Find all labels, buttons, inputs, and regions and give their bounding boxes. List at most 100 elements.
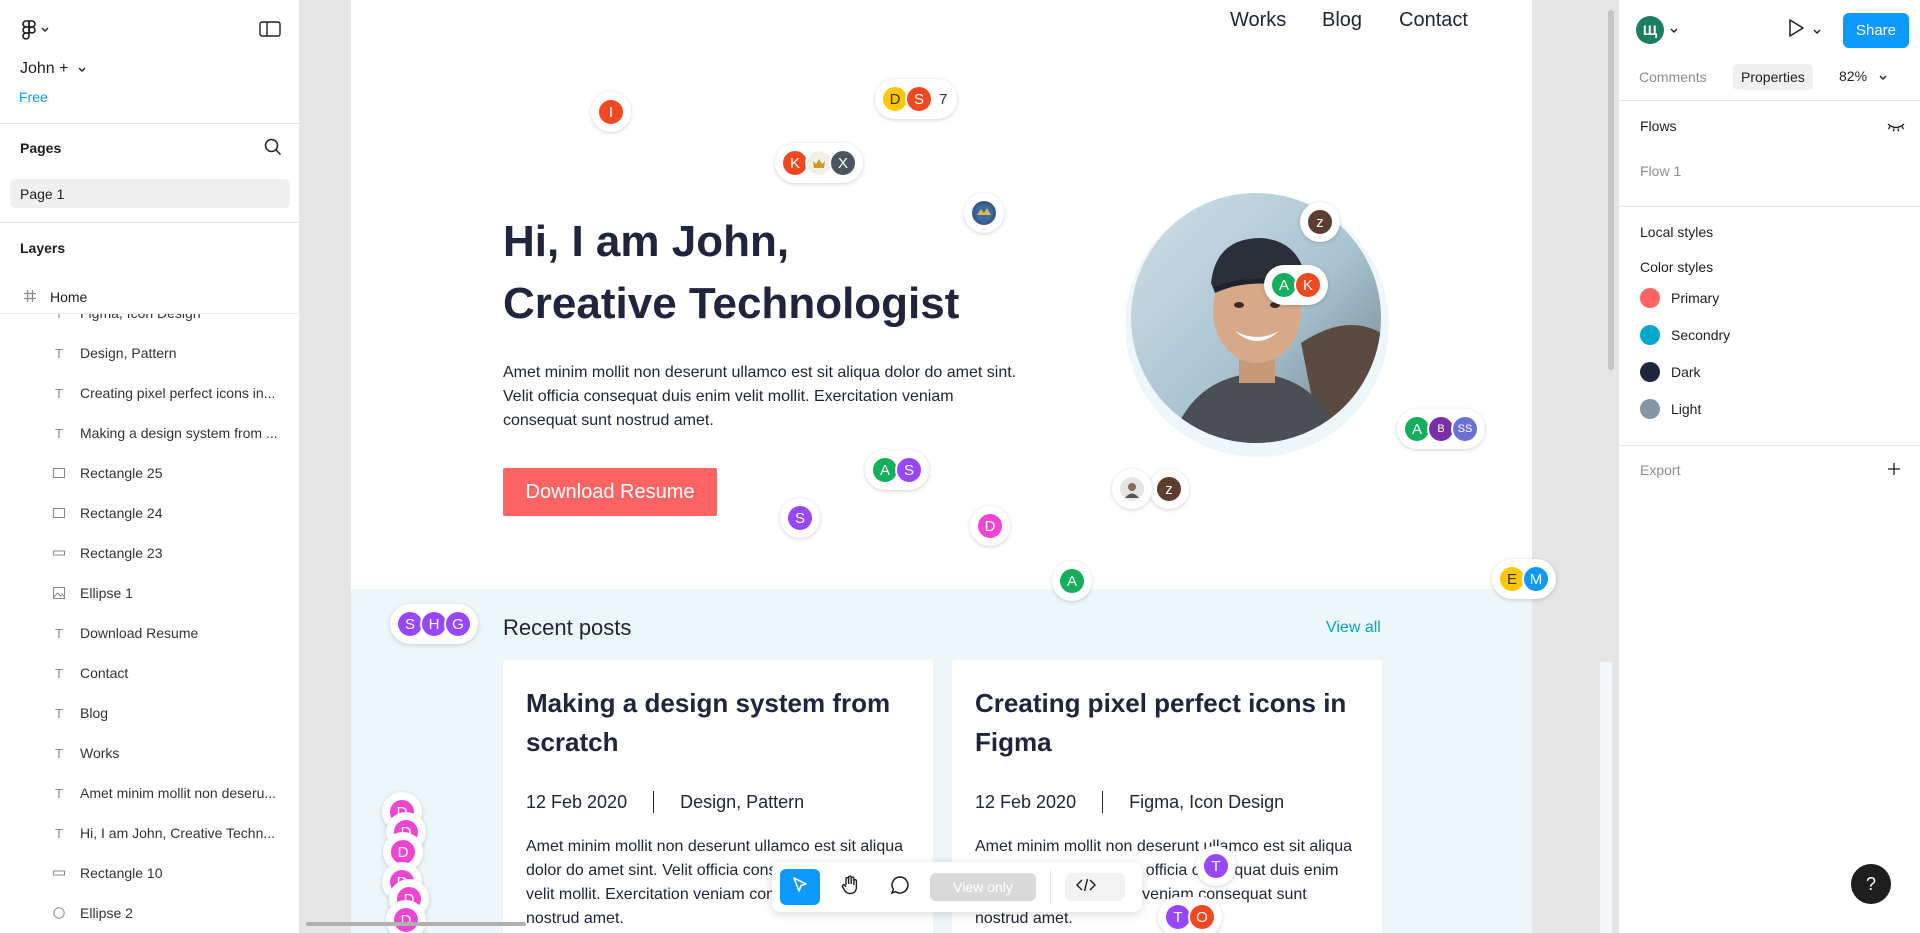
color-style-item[interactable]: Secondry [1640, 325, 1730, 345]
divider [1619, 445, 1920, 446]
collaborator-bubble[interactable]: S [780, 498, 820, 538]
collaborator-bubble[interactable] [1112, 469, 1152, 509]
collaborator-bubble[interactable]: A S [865, 450, 929, 490]
layer-item[interactable]: T Blog [0, 693, 299, 733]
collaborator-bubble[interactable]: A K [1264, 265, 1328, 305]
file-name-label: John + [20, 60, 69, 77]
dev-mode-toggle[interactable] [1065, 873, 1125, 901]
page-item[interactable]: Page 1 [10, 179, 290, 208]
collaborator-bubble[interactable]: T O [1158, 897, 1222, 933]
horizontal-scrollbar[interactable] [306, 922, 526, 926]
frame-icon [24, 289, 36, 305]
present-button[interactable] [1787, 18, 1821, 43]
post-meta: 12 Feb 2020 Figma, Icon Design [975, 791, 1284, 813]
layer-item[interactable]: Ellipse 2 [0, 893, 299, 933]
collaborator-avatar: z [1155, 475, 1183, 503]
help-button[interactable]: ? [1851, 864, 1891, 904]
layer-item[interactable]: T Contact [0, 653, 299, 693]
right-panel: Щ Share Comments Properties 82% Flows Fl… [1618, 0, 1920, 933]
text-icon: T [55, 825, 63, 841]
collaborator-avatar: X [829, 149, 857, 177]
layer-item[interactable]: T Works [0, 733, 299, 773]
bottom-toolbar: View only [772, 862, 1142, 912]
collaborator-bubble[interactable]: A [1052, 561, 1092, 601]
canvas-strip [1600, 662, 1612, 933]
layer-label: Rectangle 25 [80, 465, 163, 481]
download-resume-button: Download Resume [503, 468, 717, 516]
color-style-item[interactable]: Primary [1640, 288, 1719, 308]
tab-comments[interactable]: Comments [1631, 64, 1715, 90]
tab-properties[interactable]: Properties [1733, 64, 1813, 90]
hero-text: Amet minim mollit non deserunt ullamco e… [503, 364, 1017, 429]
flow-item[interactable]: Flow 1 [1640, 163, 1681, 179]
color-style-item[interactable]: Dark [1640, 362, 1701, 382]
main-menu-button[interactable] [22, 20, 49, 40]
layer-item[interactable]: T Creating pixel perfect icons in... [0, 373, 299, 413]
photo-avatar-icon [970, 199, 998, 227]
collaborator-bubble[interactable]: z [1300, 202, 1340, 242]
layer-item[interactable]: Ellipse 1 [0, 573, 299, 613]
export-header: Export [1640, 462, 1681, 478]
move-tool-button[interactable] [780, 869, 820, 905]
collaborator-bubble[interactable]: T [1196, 846, 1236, 886]
layer-item[interactable]: T Download Resume [0, 613, 299, 653]
nav-blog: Blog [1322, 9, 1363, 31]
collaborator-bubble[interactable]: K X [775, 143, 863, 183]
plan-badge[interactable]: Free [19, 89, 48, 105]
home-frame: Works Blog Contact Hi, I am John, Creati… [351, 0, 1532, 933]
figma-logo-icon [22, 20, 36, 40]
canvas[interactable]: Works Blog Contact Hi, I am John, Creati… [300, 0, 1618, 933]
profile-photo [1131, 193, 1381, 443]
eye-closed-icon[interactable] [1887, 119, 1905, 138]
layer-item[interactable]: Rectangle 23 [0, 533, 299, 573]
text-icon: T [55, 785, 63, 801]
share-button[interactable]: Share [1843, 13, 1909, 48]
collaborator-bubble[interactable]: E M [1492, 559, 1556, 599]
chevron-down-icon [1670, 21, 1678, 39]
collaborator-bubble[interactable]: D [970, 506, 1010, 546]
play-icon [1787, 18, 1805, 43]
hero-title-line2: Creative Technologist [503, 279, 960, 328]
layer-home-frame[interactable]: Home [0, 280, 299, 314]
chevron-down-icon [41, 27, 49, 33]
comment-icon [889, 874, 911, 901]
search-icon[interactable] [264, 138, 282, 161]
sidebar-toggle-icon[interactable] [259, 20, 281, 43]
layer-item[interactable]: Rectangle 24 [0, 493, 299, 533]
layer-label: Ellipse 1 [80, 585, 133, 601]
post-title: Creating pixel perfect icons in Figma [975, 688, 1347, 757]
collaborator-bubble[interactable]: z [1149, 469, 1189, 509]
collaborator-avatar: I [597, 98, 625, 126]
comment-tool-button[interactable] [880, 869, 920, 905]
color-swatch [1640, 362, 1660, 382]
layer-item[interactable]: T Design, Pattern [0, 333, 299, 373]
collaborator-bubble[interactable]: S H G [390, 604, 478, 644]
user-menu[interactable]: Щ [1636, 16, 1678, 44]
layer-item[interactable]: Rectangle 25 [0, 453, 299, 493]
user-avatar: Щ [1636, 16, 1664, 44]
color-style-name: Primary [1671, 290, 1720, 306]
post-title: Making a design system from scratch [526, 688, 891, 757]
layer-label: Design, Pattern [80, 345, 177, 361]
layer-item[interactable]: T Hi, I am John, Creative Techn... [0, 813, 299, 853]
color-style-item[interactable]: Light [1640, 399, 1701, 419]
collaborator-bubble[interactable]: I [591, 92, 631, 132]
vertical-scrollbar[interactable] [1608, 10, 1614, 370]
layer-label: Contact [80, 665, 129, 681]
collaborator-bubble[interactable]: D [386, 900, 426, 933]
layer-item[interactable]: T Amet minim mollit non deseru... [0, 773, 299, 813]
plus-icon[interactable] [1887, 462, 1901, 481]
collaborator-bubble[interactable]: D S 7 [875, 79, 958, 119]
nav-works: Works [1230, 9, 1287, 31]
layer-item[interactable]: T Making a design system from ... [0, 413, 299, 453]
collaborator-bubble[interactable]: A B SS [1397, 409, 1485, 449]
rectangle-icon [52, 506, 66, 520]
zoom-control[interactable]: 82% [1839, 68, 1887, 84]
file-name[interactable]: John + [20, 60, 86, 78]
hand-tool-button[interactable] [830, 869, 870, 905]
meta-divider [653, 791, 655, 813]
chevron-down-icon [78, 60, 86, 78]
collaborator-bubble[interactable] [964, 193, 1004, 233]
layer-item[interactable]: Rectangle 10 [0, 853, 299, 893]
layer-label: Download Resume [80, 625, 199, 641]
